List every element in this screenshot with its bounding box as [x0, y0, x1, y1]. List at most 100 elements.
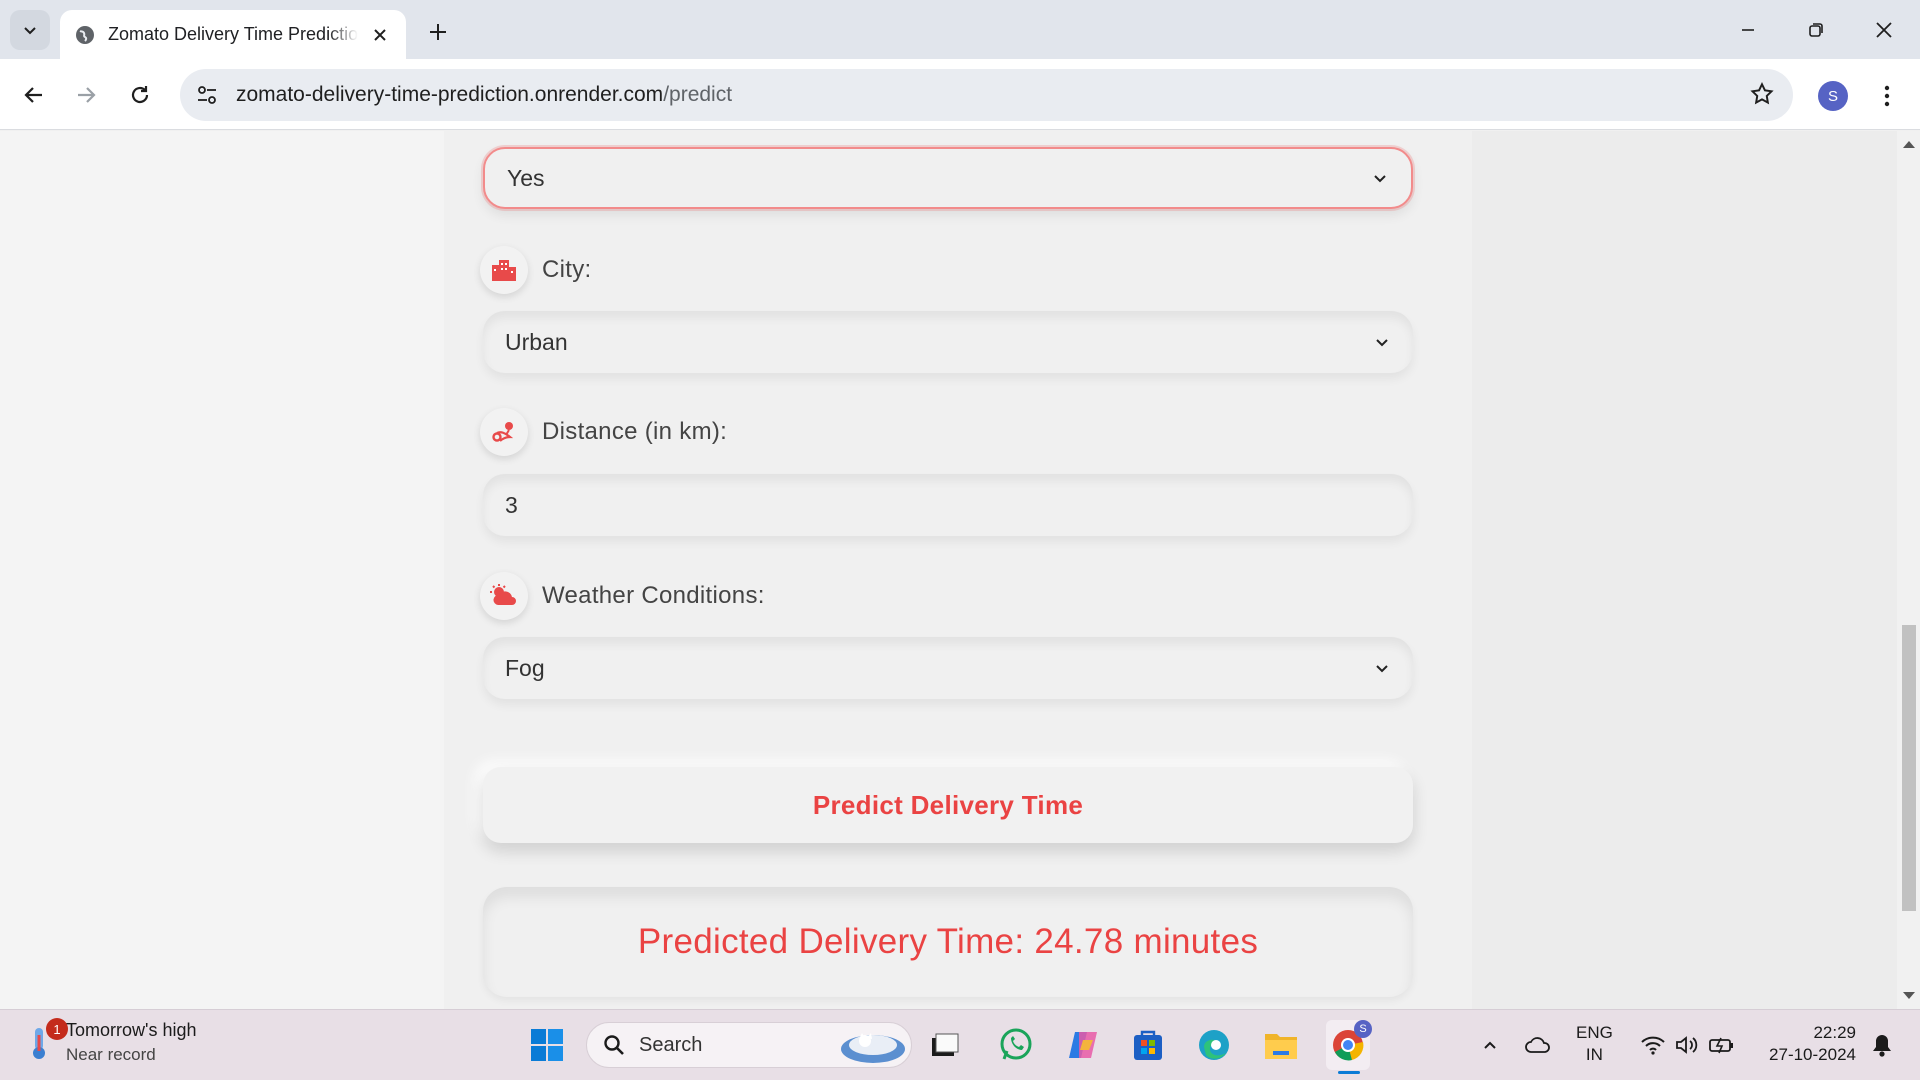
- clock-time: 22:29: [1813, 1023, 1856, 1042]
- task-view-button[interactable]: [925, 1025, 965, 1065]
- globe-icon: [76, 25, 94, 44]
- weather-title: Tomorrow's high: [66, 1020, 197, 1040]
- microsoft-store-button[interactable]: [1128, 1025, 1168, 1065]
- reload-button[interactable]: [120, 75, 160, 115]
- city-label: City:: [480, 245, 592, 295]
- address-bar[interactable]: zomato-delivery-time-prediction.onrender…: [180, 69, 1793, 121]
- onedrive-button[interactable]: [1518, 1025, 1558, 1065]
- festival-value: Yes: [507, 164, 545, 191]
- folder-icon: [1265, 1034, 1297, 1059]
- whatsapp-icon: [1000, 1028, 1032, 1060]
- forward-button[interactable]: [66, 75, 106, 115]
- weather-select[interactable]: Fog: [483, 637, 1413, 699]
- distance-input[interactable]: 3: [483, 474, 1413, 536]
- bell-icon: [1873, 1035, 1891, 1057]
- copilot-button[interactable]: [1063, 1025, 1103, 1065]
- distance-label-text: Distance (in km):: [542, 418, 728, 445]
- chrome-profile-badge: S: [1354, 1020, 1372, 1038]
- browser-toolbar: zomato-delivery-time-prediction.onrender…: [0, 59, 1920, 130]
- weather-icon-badge: [480, 572, 528, 620]
- scroll-thumb[interactable]: [1902, 625, 1916, 911]
- browser-menu-button[interactable]: [1872, 79, 1902, 113]
- copilot-icon: [1069, 1032, 1097, 1058]
- route-icon: [492, 422, 514, 442]
- page-viewport: Yes City: Urban Distance (in km): 3 Weat…: [0, 131, 1920, 1009]
- weather-label: Weather Conditions:: [480, 571, 765, 621]
- whatsapp-button[interactable]: [996, 1025, 1036, 1065]
- distance-icon-badge: [480, 408, 528, 456]
- clock-date: 27-10-2024: [1769, 1045, 1856, 1064]
- arrow-left-icon: [24, 87, 42, 103]
- notifications-button[interactable]: [1862, 1025, 1902, 1065]
- edge-button[interactable]: [1194, 1025, 1234, 1065]
- tab-close-button[interactable]: [368, 23, 392, 47]
- city-icon-badge: [480, 246, 528, 294]
- cloud-sun-icon: [490, 584, 516, 605]
- festival-select[interactable]: Yes: [483, 147, 1413, 209]
- close-icon: [374, 28, 386, 41]
- edge-icon: [1199, 1030, 1229, 1060]
- cloud-icon: [1525, 1037, 1550, 1053]
- chevron-down-icon: [1376, 339, 1388, 347]
- back-button[interactable]: [14, 75, 54, 115]
- close-icon: [1876, 21, 1892, 38]
- reload-icon: [131, 86, 149, 104]
- file-explorer-button[interactable]: [1261, 1025, 1301, 1065]
- scroll-up-arrow[interactable]: [1903, 141, 1915, 148]
- star-icon: [1750, 82, 1774, 105]
- url-text[interactable]: zomato-delivery-time-prediction.onrender…: [236, 83, 732, 107]
- chevron-down-icon: [1374, 175, 1386, 183]
- language-code: ENG: [1576, 1023, 1613, 1042]
- search-icon: [604, 1035, 624, 1055]
- prediction-result-box: Predicted Delivery Time: 24.78 minutes: [483, 887, 1413, 997]
- chevron-down-icon: [24, 27, 36, 35]
- store-icon: [1134, 1030, 1162, 1060]
- chevron-down-icon: [1376, 665, 1388, 673]
- chrome-button[interactable]: S: [1326, 1020, 1372, 1074]
- minimize-button[interactable]: [1714, 0, 1782, 59]
- clock[interactable]: 22:29 27-10-2024: [1758, 1022, 1856, 1066]
- weather-subtitle: Near record: [66, 1045, 156, 1064]
- site-settings-icon[interactable]: [196, 84, 218, 106]
- system-status-button[interactable]: [1632, 1025, 1744, 1065]
- chevron-up-icon: [1484, 1041, 1496, 1049]
- language-indicator[interactable]: ENG IN: [1576, 1022, 1613, 1066]
- new-tab-button[interactable]: [420, 14, 456, 50]
- start-button[interactable]: [527, 1025, 567, 1065]
- city-value: Urban: [505, 328, 568, 355]
- active-app-indicator: [1338, 1071, 1360, 1074]
- weather-text: Tomorrow's high Near record: [66, 1020, 196, 1065]
- browser-tab-strip: Zomato Delivery Time Prediction: [0, 0, 1920, 59]
- form-card: [444, 131, 1472, 1009]
- battery-charging-icon: [1709, 1037, 1733, 1054]
- more-vertical-icon: [1884, 85, 1890, 107]
- show-hidden-icons-button[interactable]: [1470, 1025, 1510, 1065]
- profile-avatar[interactable]: S: [1818, 81, 1848, 111]
- taskbar-search-box[interactable]: Search: [586, 1022, 912, 1068]
- task-view-icon: [932, 1033, 959, 1056]
- restore-button[interactable]: [1782, 0, 1850, 59]
- weather-widget[interactable]: 1 Tomorrow's high Near record: [28, 1018, 196, 1065]
- restore-icon: [1809, 22, 1823, 37]
- prediction-result-text: Predicted Delivery Time: 24.78 minutes: [637, 922, 1259, 961]
- city-select[interactable]: Urban: [483, 311, 1413, 373]
- bookmark-button[interactable]: [1749, 81, 1775, 112]
- arrow-right-icon: [78, 87, 96, 103]
- tab-title: Zomato Delivery Time Prediction: [108, 24, 358, 44]
- search-highlight-icon: [841, 1033, 905, 1063]
- notification-badge: 1: [46, 1018, 68, 1040]
- url-path: /predict: [663, 83, 733, 106]
- windows-logo-icon: [531, 1029, 563, 1061]
- minimize-icon: [1742, 28, 1754, 31]
- city-icon: [492, 260, 516, 281]
- wifi-icon: [1641, 1036, 1665, 1055]
- predict-delivery-time-button[interactable]: Predict Delivery Time: [483, 767, 1413, 843]
- weather-label-text: Weather Conditions:: [542, 582, 765, 609]
- tab-search-button[interactable]: [10, 10, 50, 50]
- scroll-down-arrow[interactable]: [1903, 992, 1915, 999]
- active-tab[interactable]: Zomato Delivery Time Prediction: [60, 10, 406, 59]
- close-window-button[interactable]: [1850, 0, 1918, 59]
- page-scrollbar[interactable]: [1897, 131, 1920, 1009]
- distance-value: 3: [505, 491, 518, 518]
- distance-label: Distance (in km):: [480, 407, 727, 457]
